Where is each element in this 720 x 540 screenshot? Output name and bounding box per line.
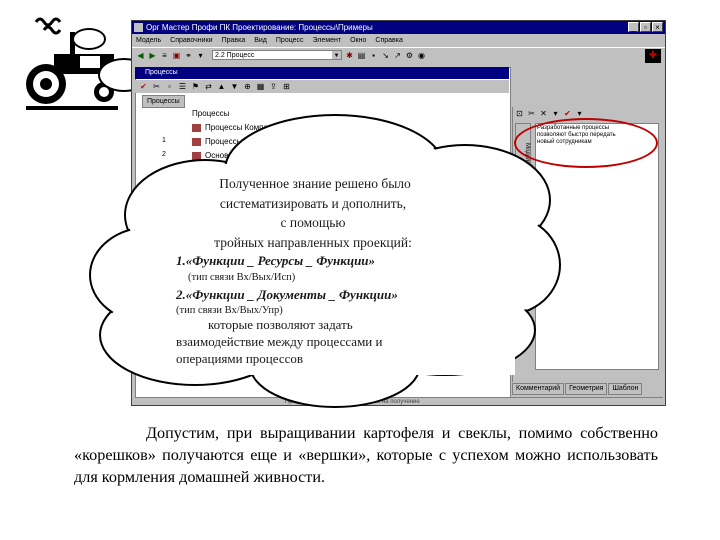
menu-edit[interactable]: Правка (222, 35, 246, 46)
cut-icon[interactable]: ✂ (152, 82, 161, 91)
zoom-icon[interactable]: ⊕ (243, 82, 252, 91)
sync-icon[interactable]: ✱ (345, 51, 354, 60)
process-combo[interactable]: 2.2 Процесс ▼ (212, 50, 342, 60)
menu-catalogs[interactable]: Справочники (170, 35, 212, 46)
cloud-line: с помощью (280, 215, 346, 230)
process-combo-value: 2.2 Процесс (215, 52, 255, 59)
cloud-note: (тип связи Вх/Вых/Исп) (188, 272, 296, 283)
cloud-item: 2.«Функции _ Документы _ Функции» (176, 287, 398, 302)
window-title: Орг Мастер Профи ПК Проектирование: Проц… (146, 23, 373, 32)
thought-puff-small (72, 28, 106, 50)
tab-template[interactable]: Шаблон (608, 383, 643, 395)
maximize-button[interactable]: ▫ (640, 22, 651, 32)
arrow-icon[interactable]: ↘ (381, 51, 390, 60)
props-icon[interactable]: ⊞ (282, 82, 291, 91)
cloud-line: систематизировать и дополнить, (219, 196, 407, 211)
menu-view[interactable]: Вид (254, 35, 267, 46)
diagram-icon[interactable]: ▣ (172, 51, 181, 60)
window-titlebar: Орг Мастер Профи ПК Проектирование: Проц… (132, 21, 665, 34)
link-icon[interactable]: ⚭ (184, 51, 193, 60)
menu-help[interactable]: Справка (375, 35, 402, 46)
flag-icon: ✚ (645, 49, 661, 63)
menu-window[interactable]: Окно (350, 35, 366, 46)
menu-icon[interactable]: ▾ (575, 109, 584, 118)
up-icon[interactable]: ▲ (217, 82, 226, 91)
filter-icon[interactable]: ▾ (196, 51, 205, 60)
menu-model[interactable]: Модель (136, 35, 161, 46)
minimize-button[interactable]: _ (628, 22, 639, 32)
cloud-line: взаимодействие между процессами и (176, 334, 383, 349)
cloud-line: которые позволяют задать (208, 317, 353, 332)
save-icon[interactable]: ▪ (369, 51, 378, 60)
settings-icon[interactable]: ⚙ (405, 51, 414, 60)
new-icon[interactable]: ▫ (165, 82, 174, 91)
grid-icon[interactable]: ▦ (256, 82, 265, 91)
tab-geometry[interactable]: Геометрия (565, 383, 608, 395)
print-icon[interactable]: ▤ (357, 51, 366, 60)
menu-element[interactable]: Элемент (313, 35, 342, 46)
info-icon[interactable]: ◉ (417, 51, 426, 60)
cloud-note: (тип связи Вх/Вых/Упр) (176, 305, 283, 316)
tag-icon[interactable]: ⚑ (191, 82, 200, 91)
cloud-line: операциями процессов (176, 351, 304, 366)
chevron-down-icon: ▼ (332, 51, 341, 59)
app-icon (134, 23, 143, 32)
cloud-item: 1.«Функции _ Ресурсы _ Функции» (176, 253, 376, 268)
move-icon[interactable]: ⇄ (204, 82, 213, 91)
inner-window-title: Процессы (135, 67, 509, 79)
body-paragraph: Допустим, при выращивании картофеля и св… (74, 424, 658, 486)
inner-toolbar: ✔ ✂ ▫ ☰ ⚑ ⇄ ▲ ▼ ⊕ ▦ ⇪ ⊞ (135, 80, 509, 93)
cloud-line: Полученное знание решено было (219, 176, 411, 191)
cloud-line: тройных направленных проекций: (214, 235, 412, 250)
menu-bar: Модель Справочники Правка Вид Процесс Эл… (132, 35, 665, 46)
close-button[interactable]: × (652, 22, 663, 32)
rows-icon[interactable]: ☰ (178, 82, 187, 91)
check-icon[interactable]: ✔ (139, 82, 148, 91)
export-icon[interactable]: ⇪ (269, 82, 278, 91)
back-icon[interactable]: ◀ (136, 51, 145, 60)
pointer-icon[interactable]: ↗ (393, 51, 402, 60)
main-toolbar: ◀ ▶ ≡ ▣ ⚭ ▾ 2.2 Процесс ▼ ✱ ▤ ▪ ↘ ↗ ⚙ ◉ (132, 47, 665, 62)
menu-process[interactable]: Процесс (276, 35, 304, 46)
tree-icon[interactable]: ≡ (160, 51, 169, 60)
down-icon[interactable]: ▼ (230, 82, 239, 91)
forward-icon[interactable]: ▶ (148, 51, 157, 60)
